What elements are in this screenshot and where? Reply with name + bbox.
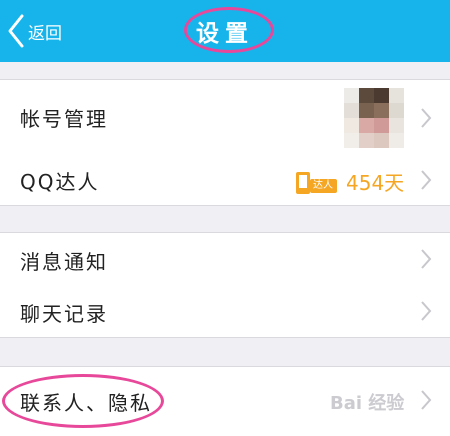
settings-row-qq-daren[interactable]: QQ达人 达人 454天 — [0, 155, 450, 206]
row-label-account: 帐号管理 — [20, 107, 108, 131]
row-label-notifications: 消息通知 — [20, 250, 108, 274]
row-label-qq-daren: QQ达人 — [20, 170, 100, 194]
avatar — [344, 88, 404, 148]
chevron-right-icon — [421, 170, 432, 190]
row-label-chat-history: 聊天记录 — [20, 302, 108, 326]
chevron-right-icon — [421, 301, 432, 321]
chevron-right-icon — [421, 108, 432, 128]
settings-row-account[interactable]: 帐号管理 — [0, 79, 450, 156]
settings-row-chat-history[interactable]: 聊天记录 — [0, 284, 450, 338]
page-title: 设置 — [196, 21, 254, 47]
daren-badge-text: 达人 — [313, 180, 333, 191]
chevron-right-icon — [421, 390, 432, 410]
header-bar: 返回 设置 — [0, 0, 450, 62]
row-label-contacts-privacy: 联系人、隐私 — [20, 391, 152, 415]
chevron-right-icon — [421, 249, 432, 269]
settings-row-notifications[interactable]: 消息通知 — [0, 232, 450, 285]
daren-badge-icon: 达人 — [296, 171, 338, 195]
daren-days-value: 454天 — [346, 171, 405, 195]
settings-row-contacts-privacy[interactable]: 联系人、隐私 — [0, 366, 450, 436]
